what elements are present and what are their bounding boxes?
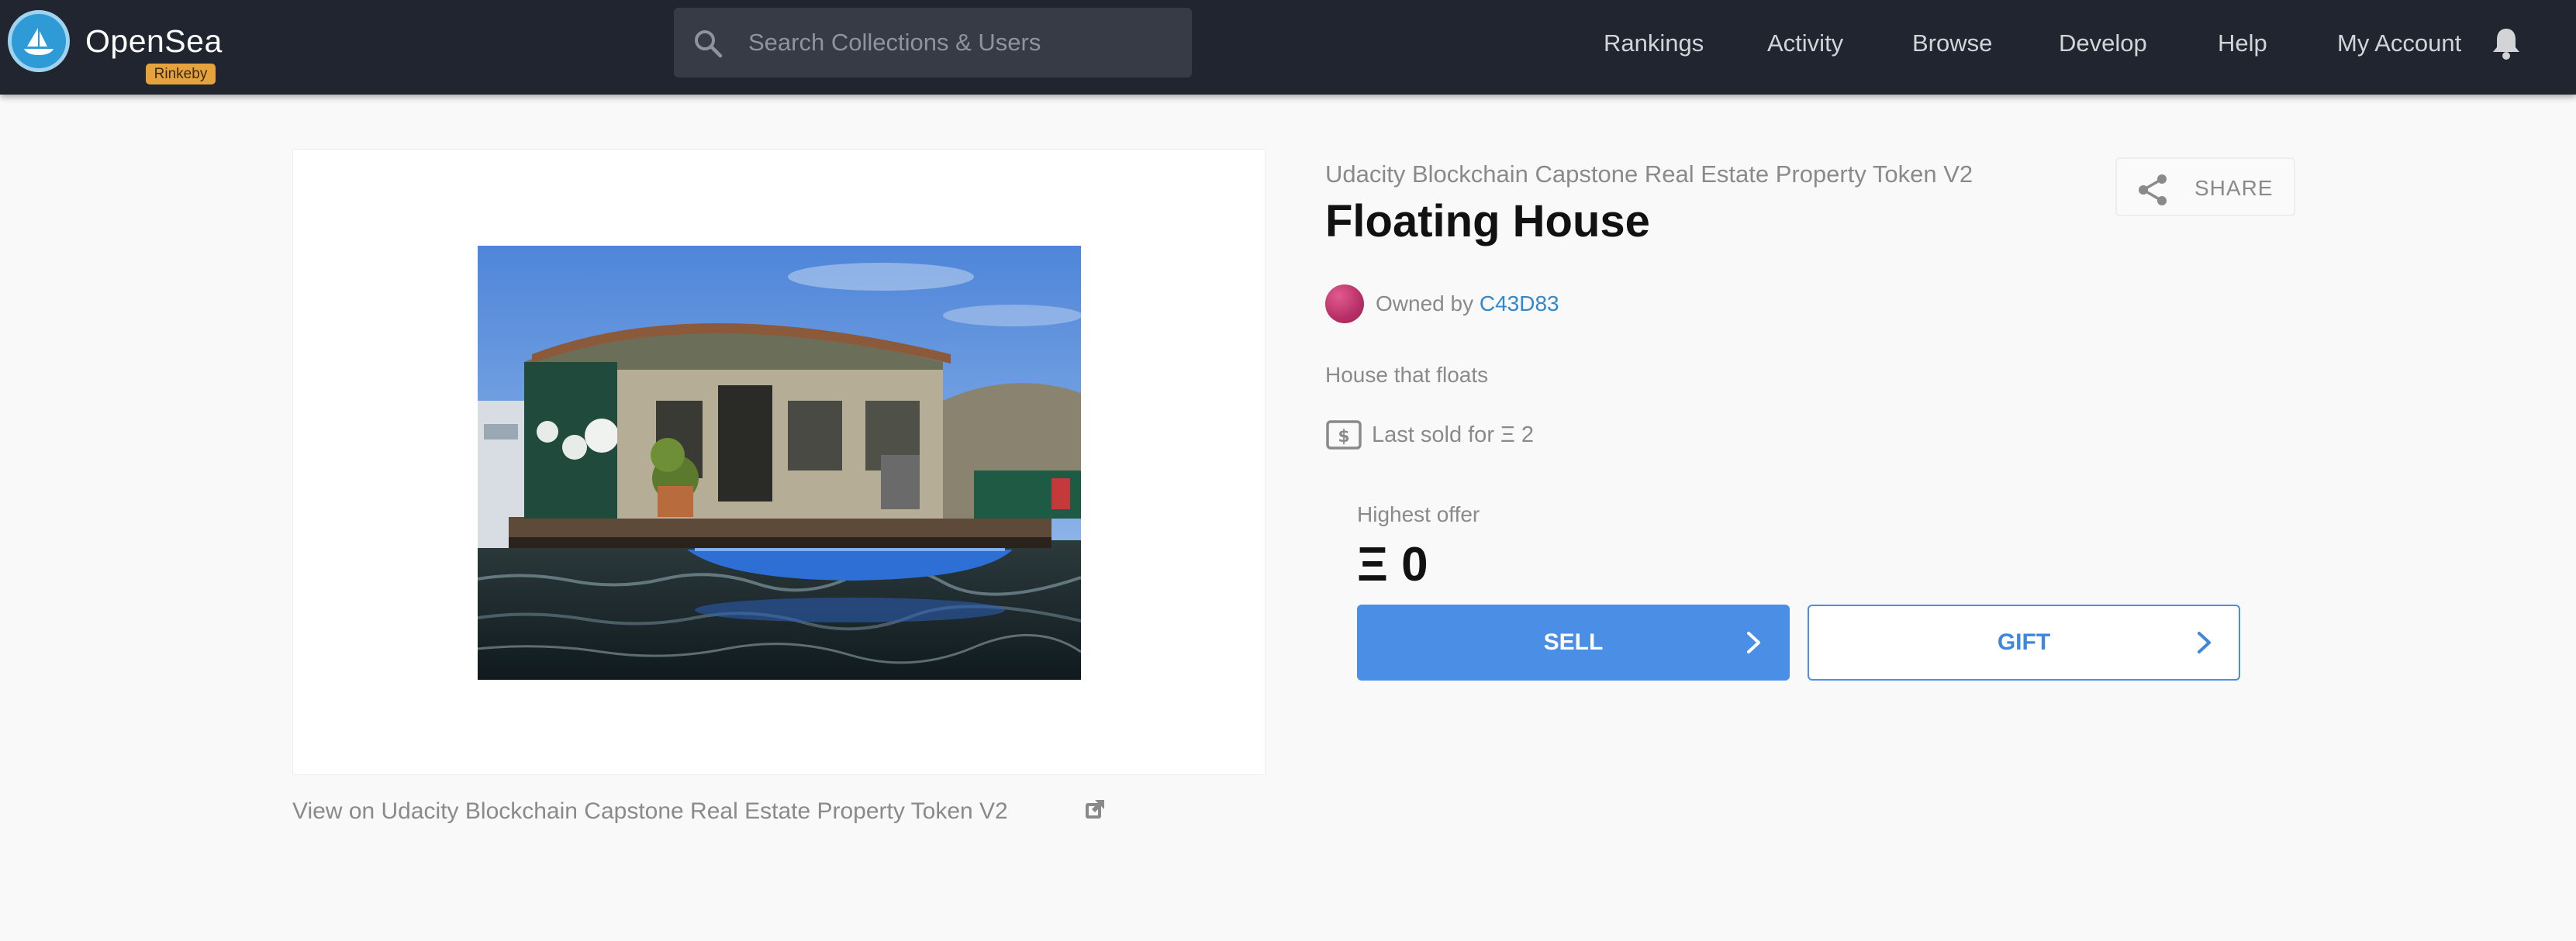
top-navbar: OpenSea Rinkeby Rankings Activity Browse… (0, 0, 2576, 95)
nav-browse[interactable]: Browse (1912, 29, 1992, 57)
last-sold-text: Last sold for Ξ 2 (1372, 422, 1535, 447)
gift-label: GIFT (1997, 629, 2051, 655)
asset-image[interactable] (478, 246, 1081, 680)
share-icon (2139, 174, 2167, 205)
dollar-bill-icon: $ (1326, 420, 1362, 450)
owned-by-label: Owned by (1376, 291, 1474, 315)
nav-my-account[interactable]: My Account (2337, 29, 2461, 57)
nav-develop[interactable]: Develop (2059, 29, 2147, 57)
svg-text:$: $ (1338, 427, 1349, 446)
brand-name[interactable]: OpenSea (85, 23, 223, 60)
collection-name[interactable]: Udacity Blockchain Capstone Real Estate … (1325, 160, 1973, 188)
owned-by-text: Owned by C43D83 (1376, 291, 1559, 316)
network-badge: Rinkeby (146, 64, 216, 84)
sell-button[interactable]: SELL (1357, 605, 1790, 681)
sell-label: SELL (1543, 629, 1604, 655)
external-link-icon[interactable] (1084, 798, 1106, 820)
chevron-right-icon (1747, 632, 1760, 653)
bell-icon[interactable] (2491, 26, 2522, 61)
asset-description: House that floats (1325, 363, 1489, 387)
nav-activity[interactable]: Activity (1767, 29, 1843, 57)
share-label: SHARE (2194, 176, 2274, 200)
share-button[interactable]: SHARE (2115, 157, 2295, 216)
view-on-collection-link[interactable]: View on Udacity Blockchain Capstone Real… (292, 798, 1008, 825)
owner-avatar[interactable] (1325, 284, 1364, 323)
owner-link[interactable]: C43D83 (1480, 291, 1559, 315)
highest-offer-label: Highest offer (1357, 502, 1480, 526)
asset-image-card (292, 149, 1266, 775)
nav-rankings[interactable]: Rankings (1604, 29, 1704, 57)
opensea-logo-icon[interactable] (8, 10, 70, 72)
search-input[interactable] (748, 8, 1183, 78)
gift-button[interactable]: GIFT (1808, 605, 2240, 681)
search-box (674, 8, 1192, 78)
nav-help[interactable]: Help (2218, 29, 2267, 57)
search-icon (695, 30, 723, 58)
chevron-right-icon (2198, 632, 2211, 653)
highest-offer-value: Ξ 0 (1357, 538, 1428, 591)
asset-title: Floating House (1325, 196, 1650, 246)
